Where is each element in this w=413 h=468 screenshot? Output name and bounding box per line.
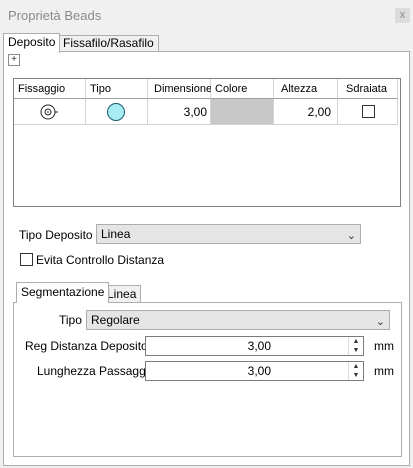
cell-altezza[interactable]: 2,00	[274, 99, 338, 125]
tab-deposito[interactable]: Deposito	[3, 33, 61, 53]
close-button[interactable]: x	[395, 8, 410, 23]
reg-distanza-input[interactable]: 3,00 ▲ ▼	[145, 336, 364, 356]
column-header-colore[interactable]: Colore	[211, 79, 274, 99]
seg-tipo-select[interactable]: Regolare ⌄	[86, 310, 390, 330]
column-header-tipo[interactable]: Tipo	[86, 79, 148, 99]
reg-distanza-label: Reg Distanza Deposito	[25, 339, 148, 353]
reg-distanza-stepper[interactable]: ▲ ▼	[348, 337, 363, 355]
column-header-fissaggio[interactable]: Fissaggio	[14, 79, 86, 99]
lunghezza-stepper[interactable]: ▲ ▼	[348, 362, 363, 380]
reg-distanza-unit: mm	[374, 339, 394, 353]
circle-icon	[107, 103, 125, 121]
sdraiata-checkbox[interactable]	[362, 105, 375, 118]
add-icon[interactable]: +	[8, 54, 20, 66]
reg-distanza-value: 3,00	[247, 339, 271, 353]
beads-grid: Fissaggio Tipo Dimensione Colore Altezza…	[13, 78, 401, 207]
lunghezza-value: 3,00	[247, 364, 271, 378]
lunghezza-input[interactable]: 3,00 ▲ ▼	[145, 361, 364, 381]
cell-colore[interactable]	[211, 99, 274, 125]
cell-sdraiata[interactable]	[338, 99, 398, 125]
seg-tipo-value: Regolare	[91, 313, 140, 327]
lunghezza-label: Lunghezza Passaggi	[37, 364, 149, 378]
cell-fissaggio[interactable]	[14, 99, 86, 125]
spin-up-icon[interactable]: ▲	[349, 362, 363, 371]
cell-tipo[interactable]	[86, 99, 148, 125]
column-header-altezza[interactable]: Altezza	[274, 79, 338, 99]
tipo-deposito-label: Tipo Deposito	[19, 228, 93, 242]
chevron-down-icon: ⌄	[346, 230, 356, 242]
evita-controllo-label: Evita Controllo Distanza	[36, 253, 165, 267]
tab-fissafilo-rasafilo[interactable]: Fissafilo/Rasafilo	[58, 35, 159, 52]
tipo-deposito-select[interactable]: Linea ⌄	[96, 224, 361, 244]
tipo-deposito-value: Linea	[101, 227, 131, 241]
target-icon	[40, 104, 58, 120]
seg-tipo-label: Tipo	[59, 313, 82, 327]
column-header-dimensione[interactable]: Dimensione	[148, 79, 212, 99]
tab-segmentazione[interactable]: Segmentazione	[16, 282, 110, 303]
evita-controllo-checkbox[interactable]	[20, 253, 33, 266]
spin-down-icon[interactable]: ▼	[349, 346, 363, 355]
spin-up-icon[interactable]: ▲	[349, 337, 363, 346]
spin-down-icon[interactable]: ▼	[349, 371, 363, 380]
column-header-sdraiata[interactable]: Sdraiata	[338, 79, 398, 99]
window-title: Proprietà Beads	[8, 8, 102, 23]
cell-dimensione[interactable]: 3,00	[148, 99, 211, 125]
lunghezza-unit: mm	[374, 364, 394, 378]
chevron-down-icon: ⌄	[375, 316, 385, 328]
